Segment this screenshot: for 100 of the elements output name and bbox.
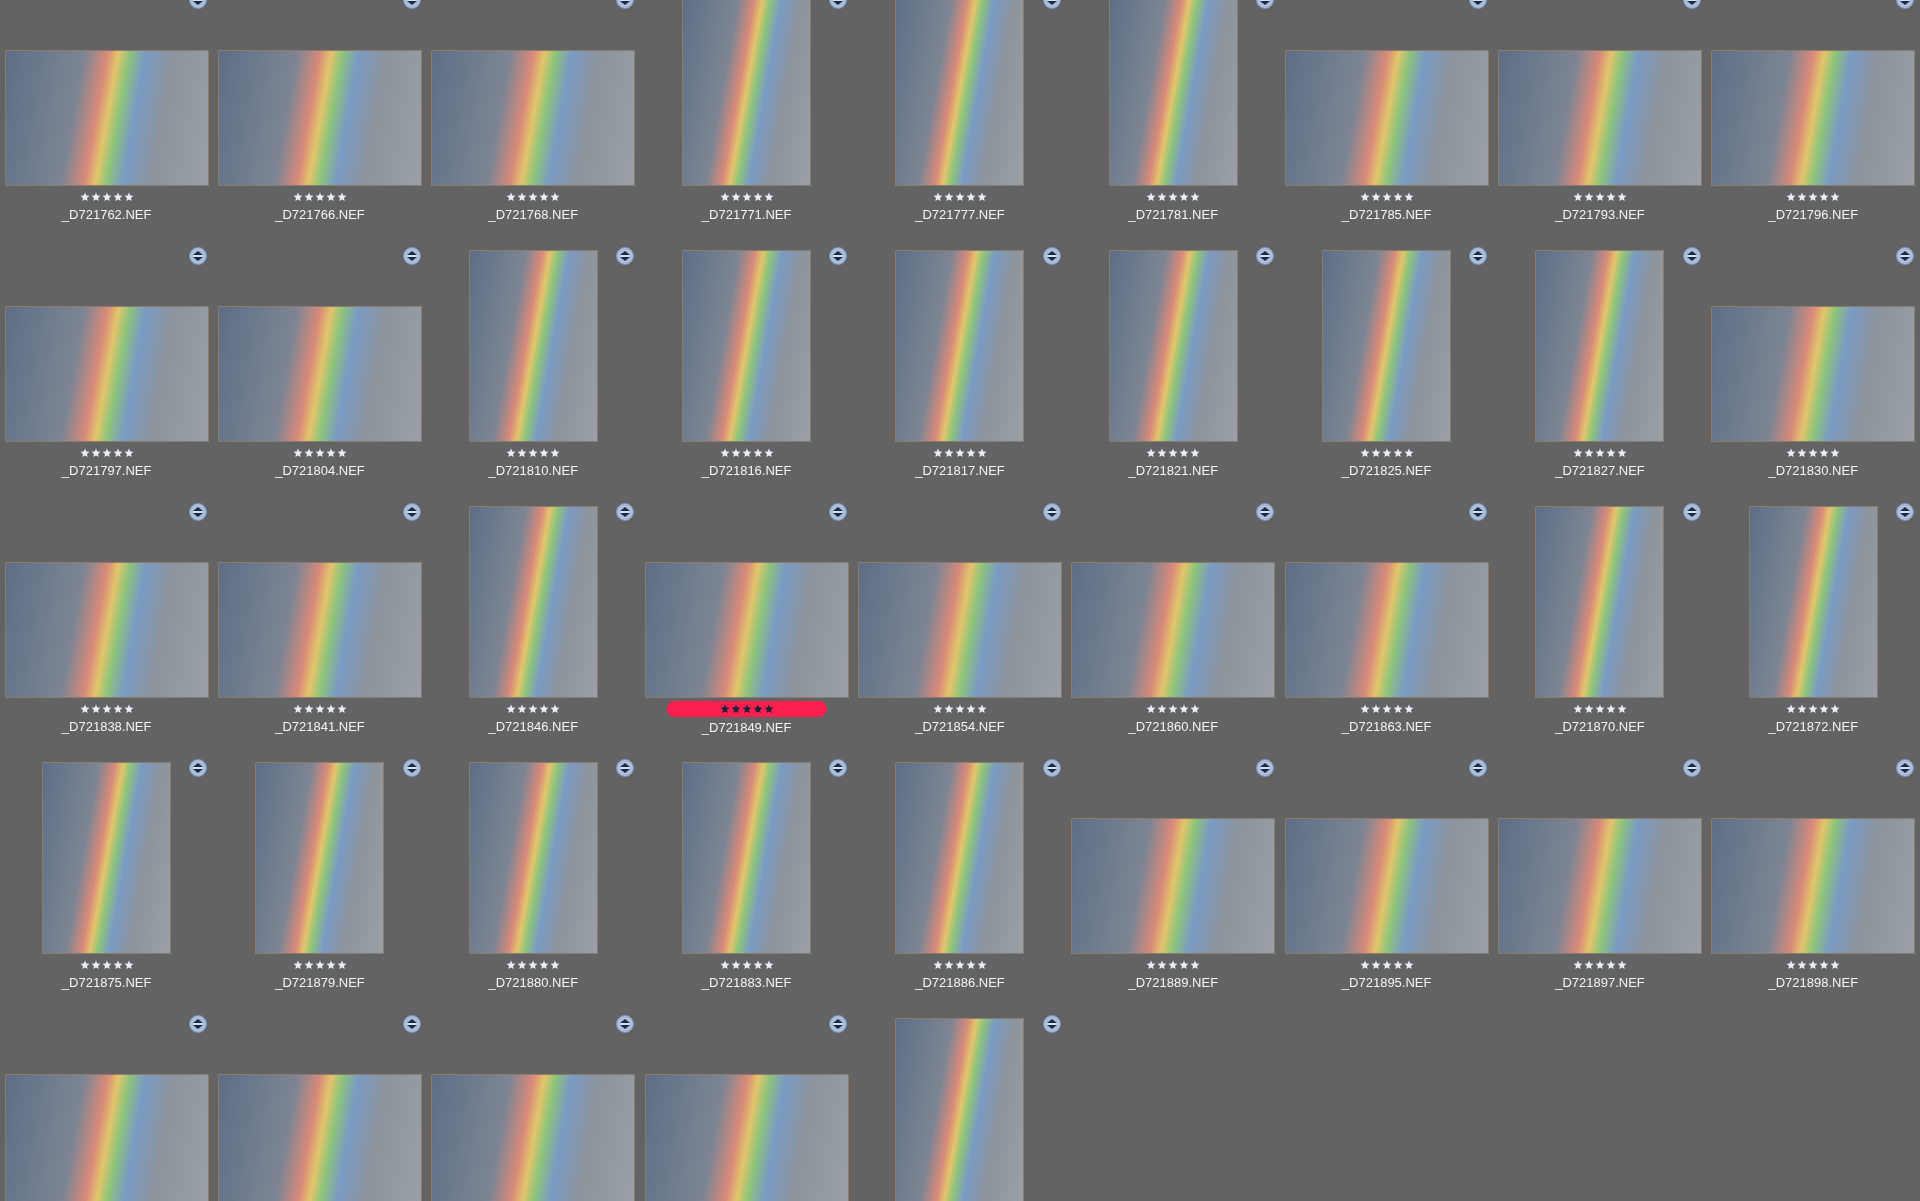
star-icon	[933, 704, 943, 714]
photo-placeholder[interactable]	[1322, 250, 1452, 442]
star-icon	[1168, 192, 1179, 202]
photo-placeholder[interactable]	[1711, 306, 1916, 442]
file-name: _D721854.NEF	[915, 719, 1005, 735]
photo-placeholder[interactable]	[1535, 250, 1665, 442]
status-badge-icon[interactable]	[1896, 503, 1914, 521]
status-badge-icon[interactable]	[1682, 247, 1701, 265]
star-icon	[1392, 192, 1403, 202]
photo-placeholder[interactable]	[1498, 50, 1702, 186]
status-badge-icon[interactable]	[1469, 503, 1488, 521]
star-icon	[293, 448, 303, 458]
photo-placeholder[interactable]	[468, 250, 598, 442]
status-badge-icon[interactable]	[189, 1015, 208, 1033]
status-badge-icon[interactable]	[1896, 247, 1914, 265]
status-badge-icon[interactable]	[402, 247, 421, 265]
status-badge-icon[interactable]	[829, 1015, 848, 1033]
photo-placeholder[interactable]	[1071, 562, 1276, 698]
photo-placeholder[interactable]	[1748, 506, 1878, 698]
star-icon	[955, 448, 965, 458]
photo-placeholder[interactable]	[644, 1074, 849, 1201]
star-icon	[1370, 704, 1381, 714]
photo-placeholder[interactable]	[4, 1074, 209, 1201]
photo-placeholder[interactable]	[895, 1018, 1025, 1201]
star-icon	[730, 960, 741, 970]
status-badge-icon[interactable]	[1256, 247, 1274, 265]
photo-placeholder[interactable]	[1108, 0, 1238, 186]
photo-placeholder[interactable]	[1535, 506, 1665, 698]
status-badge-icon[interactable]	[616, 1015, 634, 1033]
photo-placeholder[interactable]	[218, 1074, 422, 1201]
photo-placeholder[interactable]	[218, 562, 422, 698]
status-badge-icon[interactable]	[829, 759, 848, 777]
photo-placeholder[interactable]	[1284, 50, 1489, 186]
status-badge-icon[interactable]	[189, 503, 208, 521]
star-icon	[1584, 960, 1594, 970]
status-badge-icon[interactable]	[1042, 247, 1061, 265]
status-badge-icon[interactable]	[189, 247, 208, 265]
star-icon	[763, 960, 774, 970]
photo-placeholder[interactable]	[1711, 50, 1916, 186]
status-badge-icon[interactable]	[402, 1015, 421, 1033]
status-badge-icon[interactable]	[1896, 759, 1914, 777]
photo-placeholder[interactable]	[1071, 818, 1276, 954]
status-badge-icon[interactable]	[1042, 503, 1061, 521]
file-name: _D721863.NEF	[1341, 719, 1432, 735]
photo-placeholder[interactable]	[4, 306, 209, 442]
file-name: _D721846.NEF	[488, 719, 579, 735]
star-icon	[1617, 448, 1627, 458]
star-icon	[1146, 960, 1157, 970]
status-badge-icon[interactable]	[189, 759, 208, 777]
star-icon	[528, 960, 539, 970]
photo-placeholder[interactable]	[1711, 818, 1916, 954]
photo-placeholder[interactable]	[895, 762, 1025, 954]
photo-placeholder[interactable]	[1498, 818, 1702, 954]
status-badge-icon[interactable]	[1682, 503, 1701, 521]
photo-placeholder[interactable]	[218, 50, 422, 186]
photo-placeholder[interactable]	[1284, 562, 1489, 698]
status-badge-icon[interactable]	[616, 759, 634, 777]
photo-placeholder[interactable]	[431, 50, 636, 186]
status-badge-icon[interactable]	[402, 759, 421, 777]
status-badge-icon[interactable]	[1042, 759, 1061, 777]
photo-placeholder[interactable]	[4, 562, 209, 698]
status-badge-icon[interactable]	[829, 503, 848, 521]
star-icon	[1808, 448, 1819, 458]
photo-placeholder[interactable]	[218, 306, 422, 442]
photo-placeholder[interactable]	[4, 50, 209, 186]
star-icon	[1617, 704, 1627, 714]
photo-placeholder[interactable]	[895, 0, 1025, 186]
status-badge-icon[interactable]	[616, 247, 634, 265]
photo-placeholder[interactable]	[255, 762, 385, 954]
star-icon	[304, 960, 314, 970]
star-icon	[506, 448, 517, 458]
status-badge-icon[interactable]	[1469, 247, 1488, 265]
photo-placeholder[interactable]	[682, 250, 812, 442]
star-icon	[90, 960, 101, 970]
photo-placeholder[interactable]	[858, 562, 1062, 698]
file-name: _D721762.NEF	[61, 207, 152, 223]
star-icon	[1359, 704, 1370, 714]
photo-placeholder[interactable]	[682, 0, 812, 186]
photo-placeholder[interactable]	[895, 250, 1025, 442]
photo-placeholder[interactable]	[468, 506, 598, 698]
photo-placeholder[interactable]	[682, 762, 812, 954]
status-badge-icon[interactable]	[1469, 759, 1488, 777]
photo-placeholder[interactable]	[644, 562, 849, 698]
photo-placeholder[interactable]	[1108, 250, 1238, 442]
status-badge-icon[interactable]	[616, 503, 634, 521]
status-badge-icon[interactable]	[1042, 1015, 1061, 1033]
star-icon	[1190, 448, 1201, 458]
status-badge-icon[interactable]	[1256, 759, 1274, 777]
star-icon	[944, 704, 954, 714]
file-name: _D721810.NEF	[488, 463, 579, 479]
star-icon	[539, 192, 550, 202]
star-icon	[1403, 704, 1414, 714]
status-badge-icon[interactable]	[402, 503, 421, 521]
photo-placeholder[interactable]	[431, 1074, 636, 1201]
status-badge-icon[interactable]	[1682, 759, 1701, 777]
photo-placeholder[interactable]	[1284, 818, 1489, 954]
photo-placeholder[interactable]	[468, 762, 598, 954]
status-badge-icon[interactable]	[1256, 503, 1274, 521]
photo-placeholder[interactable]	[42, 762, 172, 954]
status-badge-icon[interactable]	[829, 247, 848, 265]
